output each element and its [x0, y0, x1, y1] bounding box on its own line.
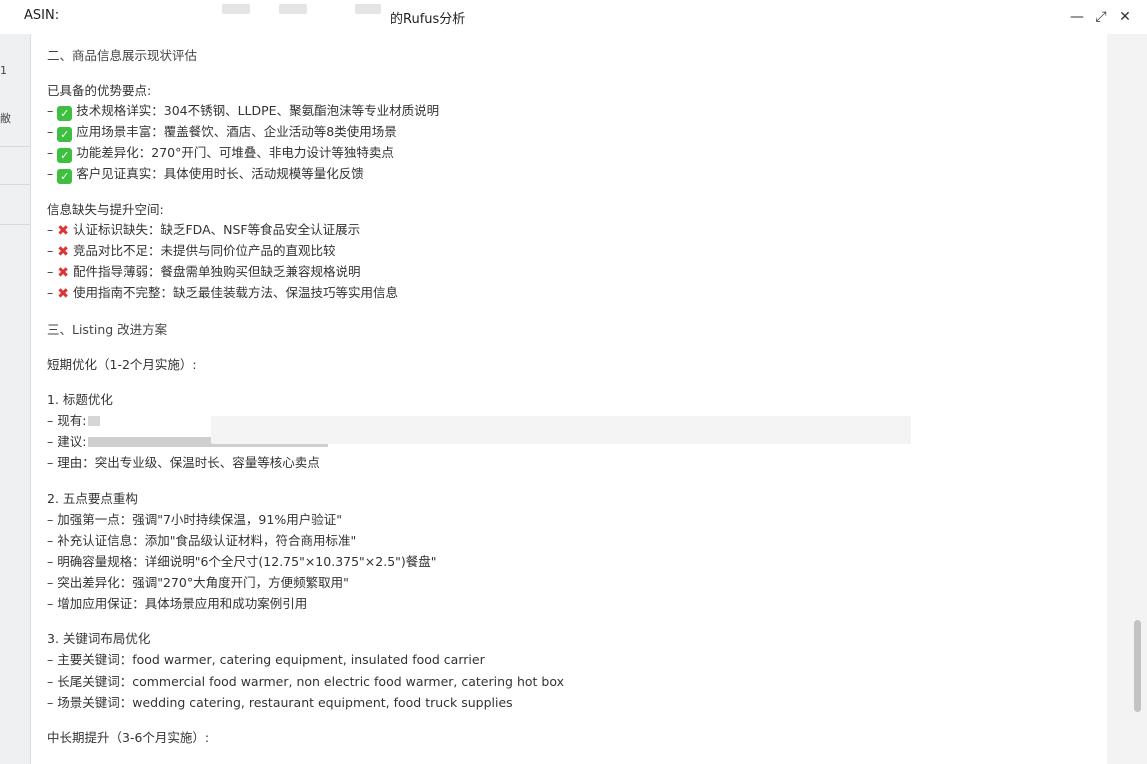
item-title: 2. 五点要点重构 — [47, 491, 138, 506]
section-title: 二、商品信息展示现状评估 — [47, 48, 198, 63]
list-item: – ✖ 使用指南不完整：缺乏最佳装载方法、保温技巧等实用信息 — [47, 285, 398, 302]
list-item: – ✓ 应用场景丰富：覆盖餐饮、酒店、企业活动等8类使用场景 — [47, 124, 397, 142]
background-fragment: 1 — [0, 64, 7, 77]
gaps-title: 信息缺失与提升空间: — [47, 202, 164, 217]
cross-icon: ✖ — [57, 244, 69, 260]
list-item: – 明确容量规格：详细说明"6个全尺寸(12.75"×10.375"×2.5")… — [47, 554, 437, 569]
redacted-asin-part — [279, 4, 307, 14]
checkmark-icon: ✓ — [57, 106, 73, 121]
divider — [0, 146, 30, 147]
redacted-text — [88, 416, 101, 426]
checkmark-icon: ✓ — [57, 148, 73, 163]
list-item: – 突出差异化：强调"270°大角度开门，方便频繁取用" — [47, 575, 349, 590]
list-item: – 加强第一点：强调"7小时持续保温，91%用户验证" — [47, 512, 342, 527]
maximize-icon: ⤢ — [1095, 9, 1107, 25]
section-title: 三、Listing 改进方案 — [47, 322, 168, 337]
close-button[interactable]: ✕ — [1114, 6, 1136, 28]
list-item: – 理由：突出专业级、保温时长、容量等核心卖点 — [47, 455, 320, 470]
divider — [0, 184, 30, 185]
list-item: – ✓ 客户见证真实：具体使用时长、活动规模等量化反馈 — [47, 166, 364, 184]
background-app-strip: 1 敝 — [0, 34, 31, 764]
list-item: – ✖ 竞品对比不足：未提供与同价位产品的直观比较 — [47, 243, 336, 260]
checkmark-icon: ✓ — [57, 169, 73, 184]
maximize-button[interactable]: ⤢ — [1090, 6, 1112, 28]
window-title: 的Rufus分析 — [390, 12, 466, 27]
window-titlebar: ASIN: 的Rufus分析 — ⤢ ✕ — [0, 0, 1147, 35]
scrollbar-thumb[interactable] — [1134, 620, 1141, 712]
cross-icon: ✖ — [57, 265, 69, 281]
asin-label: ASIN: — [24, 8, 60, 23]
list-item: – ✓ 技术规格详实：304不锈钢、LLDPE、聚氨酯泡沫等专业材质说明 — [47, 103, 440, 121]
background-fragment: 敝 — [0, 112, 11, 125]
redacted-text — [211, 416, 911, 444]
item-title: 3. 关键词布局优化 — [47, 631, 151, 646]
subsection-title: 中长期提升（3-6个月实施）: — [47, 730, 210, 745]
list-item: – 场景关键词：wedding catering, restaurant equ… — [47, 695, 513, 710]
list-item: – 增加应用保证：具体场景应用和成功案例引用 — [47, 596, 308, 611]
list-item: – ✓ 功能差异化：270°开门、可堆叠、非电力设计等独特卖点 — [47, 145, 394, 163]
list-item: – 主要关键词：food warmer, catering equipment,… — [47, 652, 485, 667]
analysis-content: 二、商品信息展示现状评估 已具备的优势要点: – ✓ 技术规格详实：304不锈钢、… — [31, 34, 1107, 764]
cross-icon: ✖ — [57, 286, 69, 302]
redacted-asin-part — [355, 4, 381, 14]
close-icon: ✕ — [1119, 9, 1131, 25]
subsection-title: 短期优化（1-2个月实施）: — [47, 357, 197, 372]
list-item: – 现有: — [47, 410, 101, 429]
list-item: – 补充认证信息：添加"食品级认证材料，符合商用标准" — [47, 533, 357, 548]
minimize-button[interactable]: — — [1066, 6, 1088, 28]
item-title: 1. 标题优化 — [47, 392, 113, 407]
list-item: – ✖ 配件指导薄弱：餐盘需单独购买但缺乏兼容规格说明 — [47, 264, 361, 281]
list-item: – ✖ 认证标识缺失：缺乏FDA、NSF等食品安全认证展示 — [47, 222, 361, 239]
strengths-title: 已具备的优势要点: — [47, 83, 152, 98]
redacted-asin-part — [222, 4, 250, 14]
checkmark-icon: ✓ — [57, 127, 73, 142]
cross-icon: ✖ — [57, 223, 69, 239]
divider — [0, 224, 30, 225]
list-item: – 长尾关键词：commercial food warmer, non elec… — [47, 674, 564, 689]
minimize-icon: — — [1070, 9, 1084, 25]
